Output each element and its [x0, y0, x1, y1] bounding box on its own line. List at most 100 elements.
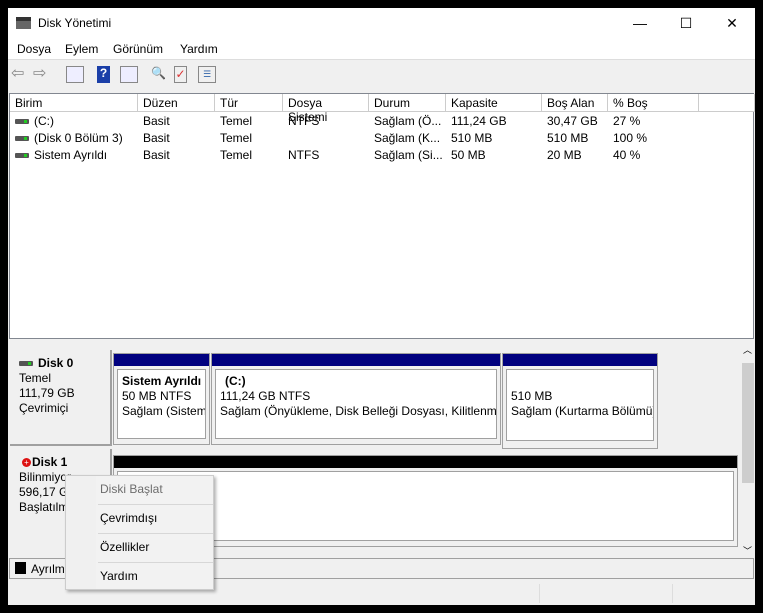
column-header-bos-alan[interactable]: Boş Alan [542, 94, 608, 112]
table-cell: Basit [138, 147, 215, 164]
column-header-dosya-sistemi[interactable]: Dosya Sistemi [283, 94, 369, 124]
disk-0-state: Çevrimiçi [19, 401, 69, 415]
table-cell: Sistem Ayrıldı [10, 147, 138, 164]
table-cell: 111,24 GB [446, 113, 542, 130]
table-cell: Sağlam (K... [369, 130, 446, 147]
column-header-yuzde-bos[interactable]: % Boş [608, 94, 699, 112]
volume-icon [15, 119, 29, 125]
table-cell: Basit [138, 130, 215, 147]
cell-text: Sistem Ayrıldı [34, 148, 108, 162]
partition-bar [503, 354, 657, 366]
show-hide-action-pane-icon[interactable] [120, 66, 138, 83]
disk-error-icon: + [22, 458, 31, 468]
partition-recovery[interactable]: 510 MB Sağlam (Kurtarma Bölümü) [502, 353, 658, 449]
cell-text: Sağlam (Ö... [374, 114, 442, 128]
context-menu: Diski Başlat Çevrimdışı Özellikler Yardı… [65, 475, 214, 590]
table-cell: 100 % [608, 130, 699, 147]
table-row[interactable]: (C:) Basit Temel NTFS Sağlam (Ö... 111,24 GB 3… [10, 113, 755, 130]
cell-text: (Disk 0 Bölüm 3) [34, 131, 123, 145]
column-header-durum[interactable]: Durum [369, 94, 446, 112]
table-cell: 40 % [608, 147, 699, 164]
cell-text: 510 MB [547, 131, 589, 145]
cell-text: Basit [143, 131, 170, 145]
table-row[interactable]: (Disk 0 Bölüm 3) Basit Temel Sağlam (K... 51… [10, 130, 755, 147]
partition-size: 111,24 GB NTFS [220, 389, 311, 403]
partition-c[interactable]: (C:) 111,24 GB NTFS Sağlam (Önyükleme, D… [211, 353, 501, 445]
table-cell: Temel [215, 147, 283, 164]
maximize-button[interactable]: ☐ [663, 8, 709, 38]
cell-text: Temel [220, 114, 253, 128]
table-cell: (Disk 0 Bölüm 3) [10, 130, 138, 147]
cell-text: 100 % [613, 131, 648, 145]
cell-text: NTFS [288, 148, 320, 162]
disk-management-app-icon [16, 17, 31, 29]
cell-text: 20 MB [547, 148, 582, 162]
table-cell: NTFS [283, 113, 369, 130]
table-cell: NTFS [283, 147, 369, 164]
rescan-disks-icon[interactable]: 🔍 [151, 66, 169, 83]
back-icon[interactable]: ⇦ [11, 66, 29, 83]
partition-size: 50 MB NTFS [122, 389, 192, 403]
partition-bar [212, 354, 500, 366]
cell-text: 40 % [613, 148, 641, 162]
column-header-duzen[interactable]: Düzen [138, 94, 215, 112]
vertical-scrollbar[interactable]: ︿ ﹀ [741, 342, 755, 558]
cell-text: Basit [143, 148, 170, 162]
scrollbar-thumb[interactable] [742, 363, 754, 483]
cell-text: 30,47 GB [547, 114, 598, 128]
menu-eylem[interactable]: Eylem [65, 42, 98, 56]
title-bar: Disk Yönetimi — ☐ ✕ [8, 8, 755, 38]
menu-dosya[interactable]: Dosya [17, 42, 51, 56]
partition-name: (C:) [225, 374, 246, 388]
cell-text: Basit [143, 114, 170, 128]
show-hide-console-tree-icon[interactable] [66, 66, 84, 83]
volume-list: Birim Düzen Tür Dosya Sistemi Durum Kapa… [9, 93, 755, 339]
help-icon[interactable]: ? [97, 66, 110, 83]
menu-yardim[interactable]: Yardım [180, 42, 218, 56]
table-cell: (C:) [10, 113, 138, 130]
forward-icon[interactable]: ⇨ [33, 66, 51, 83]
table-cell: Sağlam (Ö... [369, 113, 446, 130]
partition-status: Sağlam (Kurtarma Bölümü) [511, 404, 654, 418]
cell-text: Sağlam (K... [374, 131, 441, 145]
cell-text: 50 MB [451, 148, 486, 162]
close-button[interactable]: ✕ [709, 8, 755, 38]
partition-status: Sağlam (Sistem, Etkin, Birincil Bölüm) [122, 404, 206, 418]
table-cell: Sağlam (Si... [369, 147, 446, 164]
column-header-birim[interactable]: Birim [10, 94, 138, 112]
unallocated-swatch [15, 562, 26, 574]
checklist-icon[interactable]: ☰ [198, 66, 216, 83]
column-header-empty [699, 94, 755, 112]
volume-icon [15, 136, 29, 142]
partition-name: Sistem Ayrıldı [122, 374, 202, 388]
menu-item-cevrimdisi[interactable]: Çevrimdışı [100, 505, 210, 533]
disk-0-type: Temel [19, 371, 52, 385]
table-row[interactable]: Sistem Ayrıldı Basit Temel NTFS Sağlam (Si..… [10, 147, 755, 164]
toolbar: ⇦ ⇨ ? 🔍 ✓ ☰ [8, 61, 755, 88]
menu-item-yardim[interactable]: Yardım [100, 563, 210, 591]
table-cell: 30,47 GB [542, 113, 608, 130]
menu-bar: Dosya Eylem Görünüm Yardım [8, 38, 755, 60]
partition-bar [114, 354, 209, 366]
partition-status: Sağlam (Önyükleme, Disk Belleği Dosyası,… [220, 404, 497, 418]
table-cell: 510 MB [542, 130, 608, 147]
cell-text: Sağlam (Si... [374, 148, 443, 162]
menu-item-diski-baslat[interactable]: Diski Başlat [100, 476, 210, 504]
menu-gorunum[interactable]: Görünüm [113, 42, 163, 56]
window-title: Disk Yönetimi [38, 16, 112, 30]
column-header-tur[interactable]: Tür [215, 94, 283, 112]
disk-1-name: Disk 1 [32, 455, 68, 469]
column-header-kapasite[interactable]: Kapasite [446, 94, 542, 112]
scroll-down-icon[interactable]: ﹀ [743, 544, 752, 557]
table-cell: Temel [215, 130, 283, 147]
disk-0-label[interactable]: Disk 0 Temel 111,79 GB Çevrimiçi [10, 350, 112, 446]
partition-sistem-ayrildi[interactable]: Sistem Ayrıldı 50 MB NTFS Sağlam (Sistem… [113, 353, 210, 445]
properties-icon[interactable]: ✓ [174, 66, 187, 83]
disk-0-size: 111,79 GB [19, 386, 75, 400]
scroll-up-icon[interactable]: ︿ [743, 343, 752, 356]
table-cell: 20 MB [542, 147, 608, 164]
minimize-button[interactable]: — [617, 8, 663, 38]
table-cell: Temel [215, 113, 283, 130]
cell-text: 27 % [613, 114, 641, 128]
menu-item-ozellikler[interactable]: Özellikler [100, 534, 210, 562]
